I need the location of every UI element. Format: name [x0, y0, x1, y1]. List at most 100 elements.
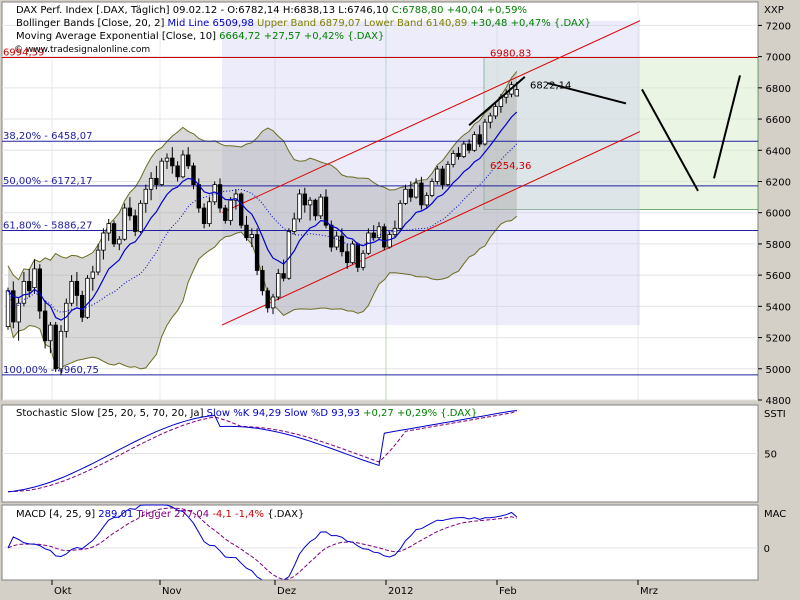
- candle-body-2: [16, 302, 21, 323]
- main-axis-label: XXP: [764, 5, 784, 16]
- candle-body-86: [461, 143, 466, 157]
- candle-body-67: [360, 252, 366, 268]
- price-label-1: 6254,36: [490, 161, 531, 172]
- macd-title-part-0: MACD [4, 25, 9]: [16, 509, 95, 520]
- candle-body-35: [191, 165, 196, 186]
- candle-body-23: [127, 207, 133, 217]
- y-tick-label-5: 5800: [766, 240, 791, 251]
- y-tick-label-8: 6400: [766, 146, 791, 157]
- candle-body-13: [74, 280, 80, 296]
- candle-body-19: [106, 223, 111, 234]
- macd-title-part-3: -4,1 -1,4%: [209, 509, 264, 520]
- candle-body-37: [201, 207, 207, 225]
- candle-body-0: [5, 290, 11, 328]
- candle-body-56: [302, 193, 307, 206]
- candle-body-10: [58, 330, 64, 370]
- candle-body-47: [254, 234, 260, 271]
- x-tick-label-3: 2012: [388, 586, 413, 597]
- candle-body-27: [148, 177, 154, 190]
- stochastic-panel[interactable]: Stochastic Slow [25, 20, 5, 70, 20, Ja] …: [1, 404, 759, 503]
- candle-body-26: [143, 188, 148, 204]
- candle-body-50: [270, 296, 276, 309]
- price-label-2: 6822,14: [530, 80, 571, 91]
- trading-chart: 38,20% - 6458,07 50,00% - 6172,17 61,80% -…: [0, 0, 800, 600]
- x-tick-label-0: Okt: [54, 586, 72, 597]
- y-tick-label-10: 6800: [766, 84, 791, 95]
- candle-body-18: [101, 232, 106, 251]
- candle-body-21: [117, 238, 122, 245]
- candle-body-80: [429, 181, 435, 196]
- candle-body-55: [297, 193, 302, 220]
- candle-body-28: [154, 177, 159, 186]
- macd-panel[interactable]: MACD [4, 25, 9] 289,01 Trigger 277,04 -4…: [1, 504, 759, 581]
- candle-body-36: [196, 184, 201, 209]
- x-tick-label-4: Feb: [499, 586, 517, 597]
- candle-body-12: [69, 280, 74, 304]
- candle-body-65: [350, 243, 355, 264]
- candle-body-22: [122, 207, 127, 240]
- candle-body-83: [445, 163, 451, 186]
- candle-body-49: [265, 290, 270, 309]
- candle-body-77: [413, 182, 419, 198]
- ema-title-part-0: Moving Average Exponential [Close, 10]: [16, 31, 216, 42]
- candle-body-61: [329, 224, 334, 248]
- candle-body-46: [249, 234, 254, 239]
- candle-body-29: [159, 160, 164, 186]
- y-tick-label-2: 5200: [766, 334, 791, 345]
- candle-body-34: [185, 154, 191, 167]
- candle-body-87: [466, 143, 472, 151]
- y-tick-label-9: 6600: [766, 115, 791, 126]
- candle-body-5: [32, 268, 37, 289]
- candle-body-63: [339, 235, 345, 253]
- candle-body-90: [482, 121, 488, 145]
- x-tick-label-5: Mrz: [640, 586, 658, 597]
- x-tick-label-2: Dez: [277, 586, 296, 597]
- candle-body-30: [164, 157, 170, 162]
- candle-body-32: [175, 165, 180, 178]
- candle-body-25: [138, 202, 143, 232]
- stoch-title-part-3: +0,27 +0,29% {.DAX}: [360, 408, 477, 419]
- bollinger-title-part-0: Bollinger Bands [Close, 20, 2]: [16, 18, 164, 29]
- candle-body-81: [435, 168, 440, 182]
- candle-body-66: [355, 243, 360, 268]
- bollinger-title-part-1: Mid Line 6509,98: [164, 18, 253, 29]
- y-tick-label-11: 7000: [766, 53, 791, 64]
- y-tick-label-6: 6000: [766, 209, 791, 220]
- candle-body-45: [244, 224, 249, 239]
- bollinger-title: Bollinger Bands [Close, 20, 2] Mid Line …: [16, 18, 591, 29]
- candle-body-42: [228, 199, 233, 221]
- stoch-title: Stochastic Slow [25, 20, 5, 70, 20, Ja] …: [16, 408, 477, 419]
- candle-body-51: [276, 273, 281, 298]
- candle-body-91: [488, 115, 493, 123]
- candle-body-78: [419, 182, 424, 206]
- y-tick-label-3: 5400: [766, 302, 791, 313]
- candle-body-14: [80, 295, 85, 318]
- candle-body-24: [132, 215, 138, 232]
- macd-header: MACD [4, 25, 9] 289,01 Trigger 277,04 -4…: [16, 509, 304, 520]
- candle-body-79: [424, 195, 429, 206]
- candle-body-76: [408, 188, 413, 198]
- candle-body-74: [397, 202, 403, 229]
- candle-body-15: [85, 277, 90, 318]
- candle-body-64: [344, 251, 350, 264]
- candle-body-59: [318, 196, 323, 217]
- candle-body-41: [223, 207, 228, 221]
- candle-body-38: [207, 201, 212, 225]
- fib-label-2: 61,80% - 5886,27: [3, 220, 92, 231]
- macd-title: MACD [4, 25, 9] 289,01 Trigger 277,04 -4…: [16, 509, 304, 520]
- candle-body-92: [493, 106, 498, 117]
- macd-tick-label-0: 0: [764, 544, 770, 555]
- candle-body-53: [286, 231, 292, 279]
- candle-body-71: [382, 226, 387, 248]
- y-tick-label-1: 5000: [766, 365, 791, 376]
- macd-title-part-1: 289,01: [95, 509, 133, 520]
- stoch-title-part-0: Stochastic Slow [25, 20, 5, 70, 20, Ja]: [16, 408, 204, 419]
- candle-body-33: [180, 154, 186, 178]
- candle-body-85: [456, 152, 461, 157]
- instrument-title-part-1: C:6788,80 +40,04 +0,59%: [389, 5, 527, 16]
- stoch-tick-label-0: 50: [764, 450, 777, 461]
- candle-body-31: [170, 157, 175, 167]
- bollinger-title-part-2: Upper Band 6879,07: [254, 18, 361, 29]
- candle-body-8: [48, 324, 53, 342]
- macd-title-part-4: {.DAX}: [264, 509, 304, 520]
